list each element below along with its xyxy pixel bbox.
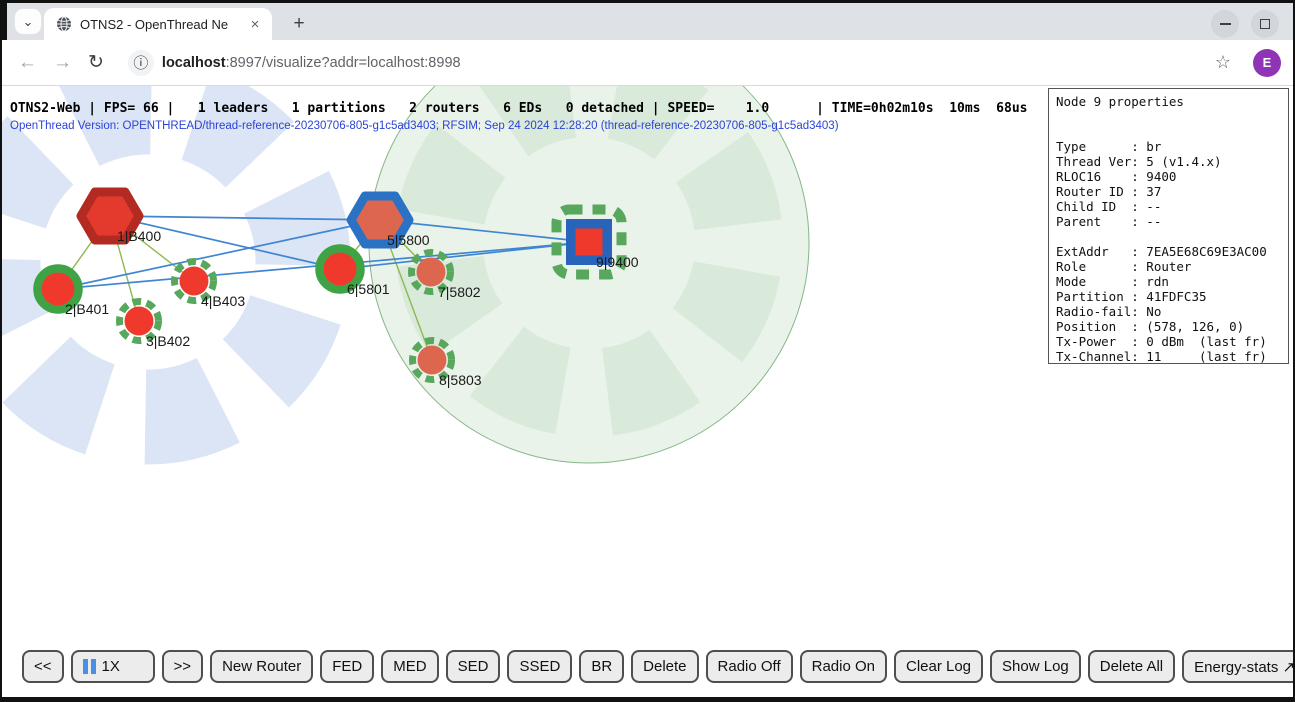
toolbar-button-pause-speed[interactable]: 1X — [71, 650, 155, 683]
new-tab-button[interactable]: + — [286, 11, 312, 37]
node-2-label: 2|B401 — [65, 301, 109, 317]
node-8-circle[interactable] — [418, 346, 447, 375]
url-bar: ← → ↻ ⓘ localhost:8997/visualize?addr=lo… — [2, 40, 1293, 86]
node-5-label: 5|5800 — [387, 232, 430, 248]
node-3-label: 3|B402 — [146, 333, 190, 349]
toolbar-button-label: Delete — [643, 658, 686, 675]
toolbar-button-label: MED — [393, 658, 426, 675]
toolbar-button-delete-all[interactable]: Delete All — [1088, 650, 1175, 683]
toolbar-button-label: >> — [174, 658, 192, 675]
toolbar-button-new-router[interactable]: New Router — [210, 650, 313, 683]
refresh-icon[interactable]: ↻ — [88, 51, 104, 74]
toolbar-button-label: Radio Off — [718, 658, 781, 675]
address-input[interactable]: localhost:8997/visualize?addr=localhost:… — [162, 55, 461, 71]
toolbar-button-label: Radio On — [812, 658, 875, 675]
node-6-label: 6|5801 — [347, 281, 390, 297]
toolbar-button-br[interactable]: BR — [579, 650, 624, 683]
toolbar-button-label: Clear Log — [906, 658, 971, 675]
node-9-square[interactable] — [576, 229, 603, 256]
toolbar-button-energy-stats[interactable]: Energy-stats ↗ — [1182, 650, 1293, 683]
maximize-icon — [1260, 19, 1270, 29]
bottom-toolbar: << 1X >> New Router FED MED SED SSED BR Delete Rad… — [22, 650, 1293, 683]
toolbar-button-label: SED — [458, 658, 489, 675]
site-info-icon[interactable]: ⓘ — [128, 50, 154, 76]
minimize-button[interactable] — [1211, 10, 1239, 38]
node-9-label: 9|9400 — [596, 254, 639, 270]
toolbar-button-med[interactable]: MED — [381, 650, 438, 683]
toolbar-button-label: Show Log — [1002, 658, 1069, 675]
toolbar-button-radio-on[interactable]: Radio On — [800, 650, 887, 683]
maximize-button[interactable] — [1251, 10, 1279, 38]
tab-strip: ⌄ OTNS2 - OpenThread Ne × + — [2, 3, 1293, 40]
toolbar-button-label: New Router — [222, 658, 301, 675]
toolbar-button-label: 1X — [102, 658, 120, 675]
globe-favicon-icon — [56, 16, 72, 32]
toolbar-button-delete[interactable]: Delete — [631, 650, 698, 683]
node-properties-panel: Node 9 properties Type : br Thread Ver: … — [1048, 88, 1289, 364]
back-icon[interactable]: ← — [18, 52, 37, 74]
openthread-version-text: OpenThread Version: OPENTHREAD/thread-re… — [10, 120, 839, 132]
tab-search-button[interactable]: ⌄ — [14, 8, 42, 35]
pause-icon — [83, 659, 96, 674]
toolbar-button-fed[interactable]: FED — [320, 650, 374, 683]
node-8-label: 8|5803 — [439, 372, 482, 388]
toolbar-button-label: Delete All — [1100, 658, 1163, 675]
toolbar-button-sed[interactable]: SED — [446, 650, 501, 683]
node-3-circle[interactable] — [125, 307, 154, 336]
url-host: localhost — [162, 55, 226, 71]
toolbar-button-label: FED — [332, 658, 362, 675]
bookmark-star-icon[interactable]: ☆ — [1215, 52, 1231, 73]
toolbar-button-show-log[interactable]: Show Log — [990, 650, 1081, 683]
visualizer-canvas[interactable]: 1|B400 2|B401 3|B402 4|B403 5|5800 6|5801 7|58… — [2, 86, 1293, 696]
toolbar-button-ssed[interactable]: SSED — [507, 650, 572, 683]
node-1-label: 1|B400 — [117, 228, 161, 244]
browser-window: ⌄ OTNS2 - OpenThread Ne × + ← → ↻ ⓘ loca… — [0, 0, 1295, 702]
toolbar-button-label: << — [34, 658, 52, 675]
toolbar-button-clear-log[interactable]: Clear Log — [894, 650, 983, 683]
profile-avatar[interactable]: E — [1253, 49, 1281, 77]
tab-title: OTNS2 - OpenThread Ne — [80, 17, 246, 32]
window-edge — [2, 3, 7, 40]
toolbar-button-radio-off[interactable]: Radio Off — [706, 650, 793, 683]
active-tab[interactable]: OTNS2 - OpenThread Ne × — [44, 8, 272, 40]
toolbar-button-label: SSED — [519, 658, 560, 675]
forward-icon[interactable]: → — [53, 52, 72, 74]
toolbar-button-step-back[interactable]: << — [22, 650, 64, 683]
toolbar-button-step-forward[interactable]: >> — [162, 650, 204, 683]
node-4-circle[interactable] — [180, 267, 209, 296]
node-4-label: 4|B403 — [201, 293, 245, 309]
toolbar-button-label: BR — [591, 658, 612, 675]
node-properties-lines: Type : br Thread Ver: 5 (v1.4.x) RLOC16 … — [1056, 139, 1267, 364]
chevron-down-icon: ⌄ — [23, 14, 34, 30]
node-properties-title: Node 9 properties — [1056, 94, 1184, 109]
toolbar-button-label: Energy-stats ↗ — [1194, 658, 1293, 676]
url-path: :8997/visualize?addr=localhost:8998 — [226, 55, 461, 71]
window-controls — [1211, 10, 1279, 38]
simulation-status-text: OTNS2-Web | FPS= 66 | 1 leaders 1 partit… — [10, 101, 1027, 116]
node-7-label: 7|5802 — [438, 284, 481, 300]
tab-close-icon[interactable]: × — [246, 16, 264, 33]
minimize-icon — [1220, 23, 1231, 25]
node-7-circle[interactable] — [417, 258, 446, 287]
